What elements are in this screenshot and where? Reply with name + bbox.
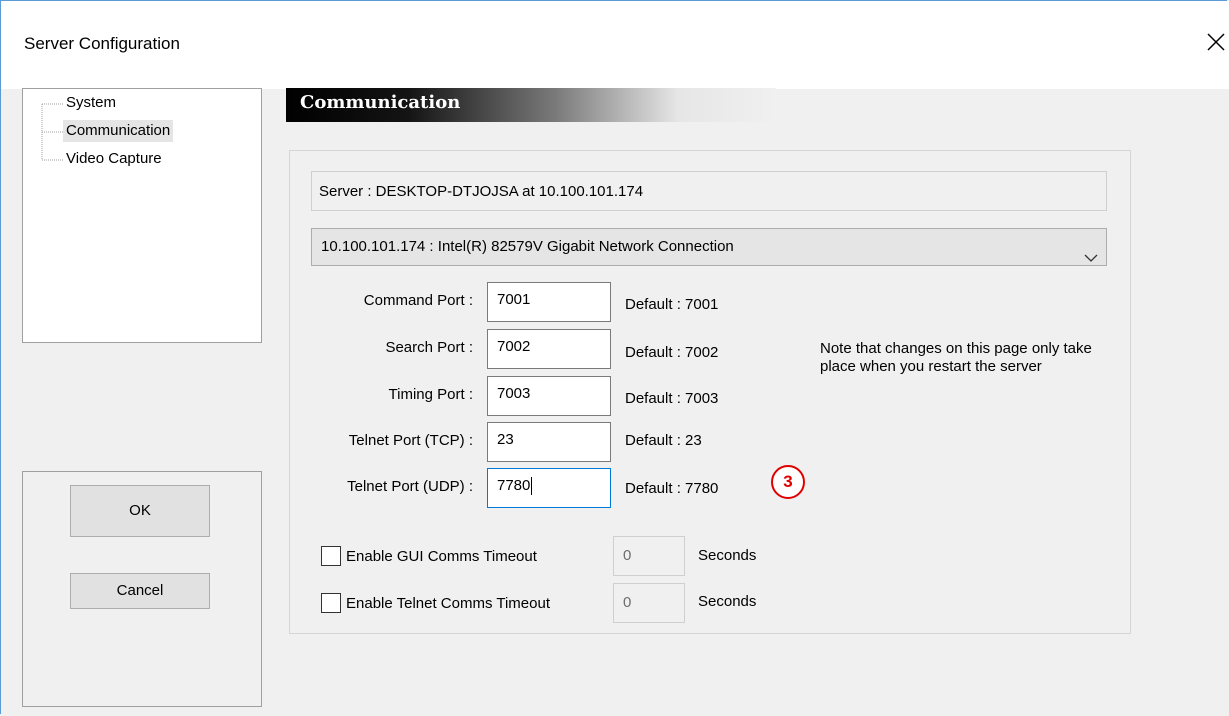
- tree-item-communication[interactable]: Communication: [63, 120, 174, 142]
- gui-timeout-unit: Seconds: [698, 547, 757, 564]
- search-port-input[interactable]: 7002: [487, 329, 611, 369]
- search-port-label: Search Port :: [385, 339, 473, 356]
- search-port-default: Default : 7002: [625, 344, 719, 361]
- cancel-button[interactable]: Cancel: [70, 573, 210, 609]
- command-port-default: Default : 7001: [625, 296, 719, 313]
- text-caret: [531, 477, 533, 496]
- telnet-timeout-input[interactable]: 0: [613, 583, 685, 623]
- network-interface-value: 10.100.101.174 : Intel(R) 82579V Gigabit…: [321, 238, 734, 255]
- step-number-badge: 3: [771, 465, 805, 499]
- gui-timeout-checkbox[interactable]: [321, 546, 341, 566]
- telnet-tcp-port-input[interactable]: 23: [487, 422, 611, 462]
- window-title: Server Configuration: [24, 34, 180, 53]
- restart-note: Note that changes on this page only take…: [820, 340, 1092, 375]
- chevron-down-icon[interactable]: [1084, 241, 1098, 277]
- telnet-timeout-checkbox[interactable]: [321, 593, 341, 613]
- timing-port-default: Default : 7003: [625, 390, 719, 407]
- telnet-timeout-unit: Seconds: [698, 593, 757, 610]
- gui-timeout-label[interactable]: Enable GUI Comms Timeout: [346, 548, 537, 565]
- button-panel: OK Cancel: [22, 471, 262, 707]
- network-interface-select[interactable]: 10.100.101.174 : Intel(R) 82579V Gigabit…: [311, 228, 1107, 266]
- server-configuration-dialog: Server Configuration System Communicatio…: [0, 0, 1229, 714]
- tree-item-video-capture[interactable]: Video Capture: [63, 148, 165, 170]
- telnet-udp-port-input[interactable]: 7780: [487, 468, 611, 508]
- title-bar: Server Configuration: [1, 1, 1229, 89]
- telnet-udp-port-default: Default : 7780: [625, 480, 719, 497]
- section-title: Communication: [300, 92, 461, 113]
- command-port-label: Command Port :: [363, 292, 473, 309]
- command-port-input[interactable]: 7001: [487, 282, 611, 322]
- telnet-udp-port-label: Telnet Port (UDP) :: [347, 478, 473, 495]
- settings-tree[interactable]: System Communication Video Capture: [22, 88, 262, 343]
- telnet-timeout-label[interactable]: Enable Telnet Comms Timeout: [346, 595, 550, 612]
- tree-item-system[interactable]: System: [63, 92, 119, 114]
- timing-port-label: Timing Port :: [388, 386, 473, 403]
- server-info-field: Server : DESKTOP-DTJOJSA at 10.100.101.1…: [311, 171, 1107, 211]
- gui-timeout-input[interactable]: 0: [613, 536, 685, 576]
- timing-port-input[interactable]: 7003: [487, 376, 611, 416]
- ok-button[interactable]: OK: [70, 485, 210, 537]
- telnet-udp-port-value: 7780: [497, 477, 531, 494]
- telnet-tcp-port-label: Telnet Port (TCP) :: [348, 432, 473, 449]
- close-icon[interactable]: [1205, 31, 1227, 53]
- telnet-tcp-port-default: Default : 23: [625, 432, 702, 449]
